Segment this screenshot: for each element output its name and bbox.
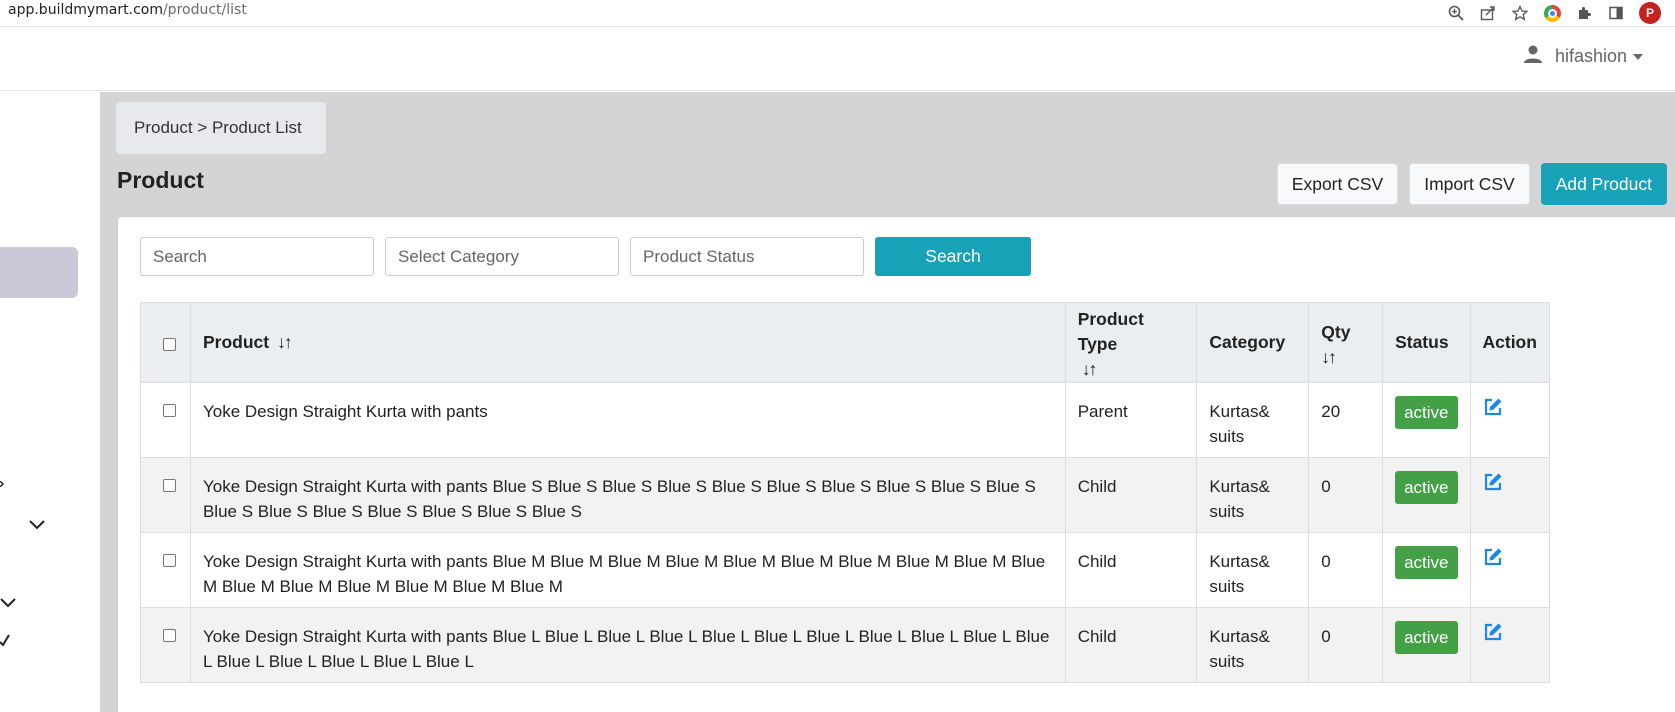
url-path: /product/list xyxy=(162,2,247,18)
edit-icon[interactable] xyxy=(1483,397,1503,417)
product-card: Search Select Category Product Status Se… xyxy=(117,216,1675,712)
page-actions: Export CSV Import CSV Add Product xyxy=(1276,163,1667,205)
browser-toolbar: app.buildmymart.com/product/list P xyxy=(0,0,1675,27)
row-checkbox[interactable] xyxy=(163,629,176,642)
chevron-icon xyxy=(0,480,4,489)
product-category: Kurtas& suits xyxy=(1196,382,1310,458)
product-name[interactable]: Yoke Design Straight Kurta with pants Bl… xyxy=(189,532,1066,608)
product-qty: 0 xyxy=(1308,532,1384,608)
table-header-row: Product ↓↑ Product Type ↓↑ Category Qty ↓↑ … xyxy=(140,302,1550,383)
sidebar xyxy=(0,92,100,712)
table-row: Yoke Design Straight Kurta with pants Bl… xyxy=(140,532,1550,608)
sort-icon[interactable]: ↓↑ xyxy=(277,332,292,352)
zoom-icon[interactable] xyxy=(1447,4,1465,22)
sort-icon[interactable]: ↓↑ xyxy=(1082,359,1097,379)
breadcrumb: Product > Product List xyxy=(116,102,326,154)
status-badge: active xyxy=(1395,396,1458,429)
browser-icons: P xyxy=(1447,2,1661,24)
page-title: Product xyxy=(117,167,204,193)
export-csv-button[interactable]: Export CSV xyxy=(1276,163,1399,205)
product-type: Child xyxy=(1064,607,1198,683)
column-header-product-type[interactable]: Product Type ↓↑ xyxy=(1064,302,1198,383)
product-name[interactable]: Yoke Design Straight Kurta with pants Bl… xyxy=(189,457,1066,533)
chevron-down-icon[interactable] xyxy=(0,595,16,611)
sort-icon[interactable]: ↓↑ xyxy=(1321,347,1336,367)
chevron-down-icon xyxy=(1633,53,1643,60)
product-category: Kurtas& suits xyxy=(1196,457,1310,533)
search-button[interactable]: Search xyxy=(875,237,1031,276)
chevron-down-icon[interactable] xyxy=(29,517,45,533)
share-icon[interactable] xyxy=(1479,4,1497,22)
status-badge: active xyxy=(1395,546,1458,579)
username: hifashion xyxy=(1554,46,1627,66)
product-table: Product ↓↑ Product Type ↓↑ Category Qty ↓↑ … xyxy=(140,302,1550,683)
category-select[interactable]: Select Category xyxy=(385,237,619,276)
url-host: app.buildmymart.com xyxy=(8,2,163,18)
table-row: Yoke Design Straight Kurta with pants Bl… xyxy=(140,607,1550,683)
row-checkbox[interactable] xyxy=(163,479,176,492)
edit-icon[interactable] xyxy=(1483,547,1503,567)
product-name[interactable]: Yoke Design Straight Kurta with pants xyxy=(189,382,1066,458)
row-checkbox[interactable] xyxy=(163,554,176,567)
product-type: Parent xyxy=(1064,382,1198,458)
column-header-category: Category xyxy=(1196,302,1310,383)
table-row: Yoke Design Straight Kurta with pants Bl… xyxy=(140,457,1550,533)
column-header-status: Status xyxy=(1382,302,1471,383)
product-qty: 0 xyxy=(1308,607,1384,683)
product-status-select[interactable]: Product Status xyxy=(630,237,864,276)
edit-icon[interactable] xyxy=(1483,622,1503,642)
user-menu[interactable]: hifashion xyxy=(1523,44,1643,69)
select-all-cell xyxy=(140,302,191,383)
product-qty: 20 xyxy=(1308,382,1384,458)
edit-icon[interactable] xyxy=(1483,472,1503,492)
chevron-icon xyxy=(0,633,10,649)
side-panel-icon[interactable] xyxy=(1607,4,1625,22)
app-header: hifashion xyxy=(0,28,1675,91)
search-input[interactable]: Search xyxy=(140,237,374,276)
address-bar[interactable]: app.buildmymart.com/product/list xyxy=(8,2,247,18)
add-product-button[interactable]: Add Product xyxy=(1540,163,1667,205)
main-content: Product > Product List Product Export CS… xyxy=(100,92,1675,712)
status-badge: active xyxy=(1395,471,1458,504)
product-name[interactable]: Yoke Design Straight Kurta with pants Bl… xyxy=(189,607,1066,683)
filter-bar: Search Select Category Product Status Se… xyxy=(140,237,1031,276)
row-checkbox[interactable] xyxy=(163,404,176,417)
product-category: Kurtas& suits xyxy=(1196,532,1310,608)
table-row: Yoke Design Straight Kurta with pants Pa… xyxy=(140,382,1550,458)
profile-avatar[interactable]: P xyxy=(1639,2,1661,24)
product-type: Child xyxy=(1064,457,1198,533)
bookmark-star-icon[interactable] xyxy=(1511,4,1529,22)
product-type: Child xyxy=(1064,532,1198,608)
select-all-checkbox[interactable] xyxy=(163,337,176,351)
puzzle-extensions-icon[interactable] xyxy=(1575,4,1593,22)
product-category: Kurtas& suits xyxy=(1196,607,1310,683)
column-header-qty[interactable]: Qty ↓↑ xyxy=(1308,302,1384,383)
status-badge: active xyxy=(1395,621,1458,654)
user-icon xyxy=(1523,44,1543,69)
column-header-product[interactable]: Product ↓↑ xyxy=(189,302,1066,383)
product-qty: 0 xyxy=(1308,457,1384,533)
column-header-action: Action xyxy=(1469,302,1550,383)
import-csv-button[interactable]: Import CSV xyxy=(1409,163,1530,205)
sidebar-item-active[interactable] xyxy=(0,247,78,298)
chrome-extension-icon[interactable] xyxy=(1543,4,1561,22)
